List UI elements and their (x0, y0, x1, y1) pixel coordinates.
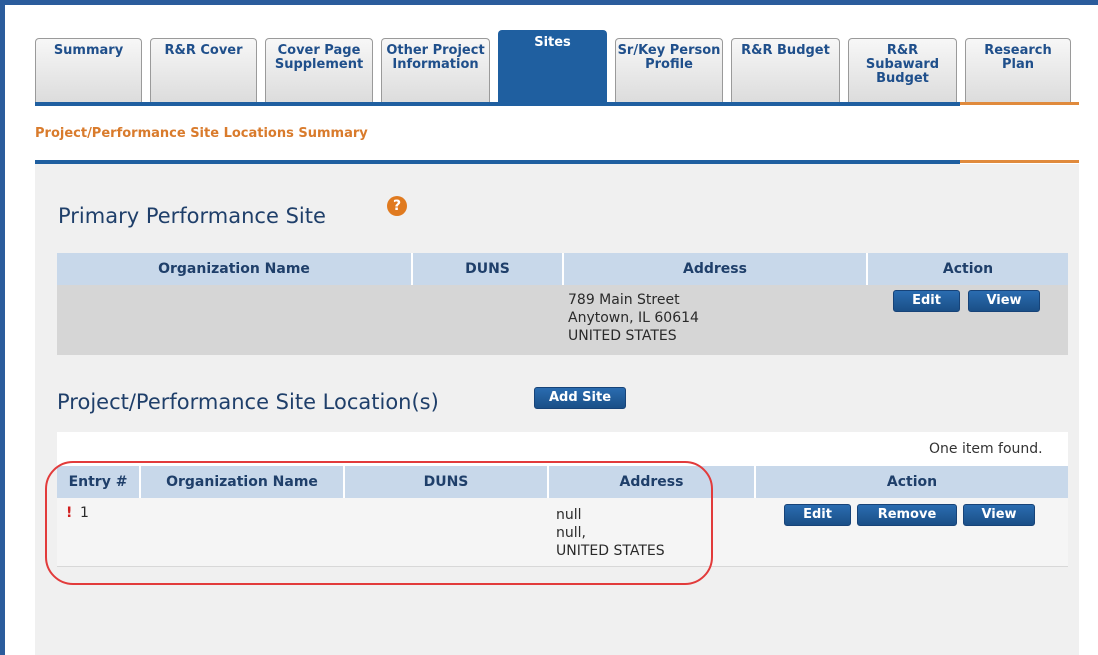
address-line: Anytown, IL 60614 (568, 310, 699, 326)
tab-cover-page-supplement[interactable]: Cover Page Supplement (265, 38, 373, 102)
address-line: UNITED STATES (568, 328, 677, 344)
tab-sites[interactable]: Sites (498, 30, 607, 104)
tab-other-project-information[interactable]: Other Project Information (381, 38, 490, 102)
tab-sr-key-person-profile[interactable]: Sr/Key Person Profile (615, 38, 723, 102)
add-site-button[interactable]: Add Site (534, 387, 626, 409)
site-locations-heading: Project/Performance Site Location(s) (57, 390, 439, 414)
remove-button[interactable]: Remove (857, 504, 957, 526)
edit-button[interactable]: Edit (784, 504, 851, 526)
results-count: One item found. (929, 441, 1043, 457)
edit-button[interactable]: Edit (893, 290, 960, 312)
page-title: Project/Performance Site Locations Summa… (35, 126, 368, 141)
tab-research-plan[interactable]: Research Plan (965, 38, 1071, 102)
highlight-annotation (45, 461, 713, 585)
tab-label: Summary (53, 43, 124, 58)
tab-label: R&R Budget (741, 43, 830, 58)
tab-label: R&R Subaward Budget (865, 43, 940, 86)
column-header-organization-name: Organization Name (57, 253, 413, 285)
tab-label: R&R Cover (164, 43, 243, 58)
tab-rr-budget[interactable]: R&R Budget (731, 38, 840, 102)
tab-label: Sites (534, 35, 571, 50)
view-button[interactable]: View (963, 504, 1035, 526)
column-header-action: Action (868, 253, 1068, 285)
view-button[interactable]: View (968, 290, 1040, 312)
section-subheader: Project/Performance Site Locations Summa… (35, 106, 1079, 162)
tab-label: Cover Page Supplement (274, 43, 364, 72)
column-header-address: Address (564, 253, 868, 285)
tab-summary[interactable]: Summary (35, 38, 142, 102)
frame-left-border (0, 0, 5, 655)
column-header-action: Action (756, 466, 1068, 498)
frame-top-border (0, 0, 1098, 5)
address-line: 789 Main Street (568, 292, 680, 308)
subheader-underline-accent (960, 160, 1079, 163)
tab-label: Research Plan (984, 43, 1052, 72)
tab-label: Other Project Information (386, 43, 485, 72)
tab-bar: Summary R&R Cover Cover Page Supplement … (35, 30, 1079, 104)
tab-label: Sr/Key Person Profile (617, 43, 721, 72)
column-header-duns: DUNS (413, 253, 564, 285)
tab-underline-accent (960, 102, 1079, 105)
primary-site-heading: Primary Performance Site (58, 204, 326, 228)
tab-rr-cover[interactable]: R&R Cover (150, 38, 257, 102)
tab-rr-subaward-budget[interactable]: R&R Subaward Budget (848, 38, 957, 102)
help-icon[interactable]: ? (387, 196, 407, 216)
